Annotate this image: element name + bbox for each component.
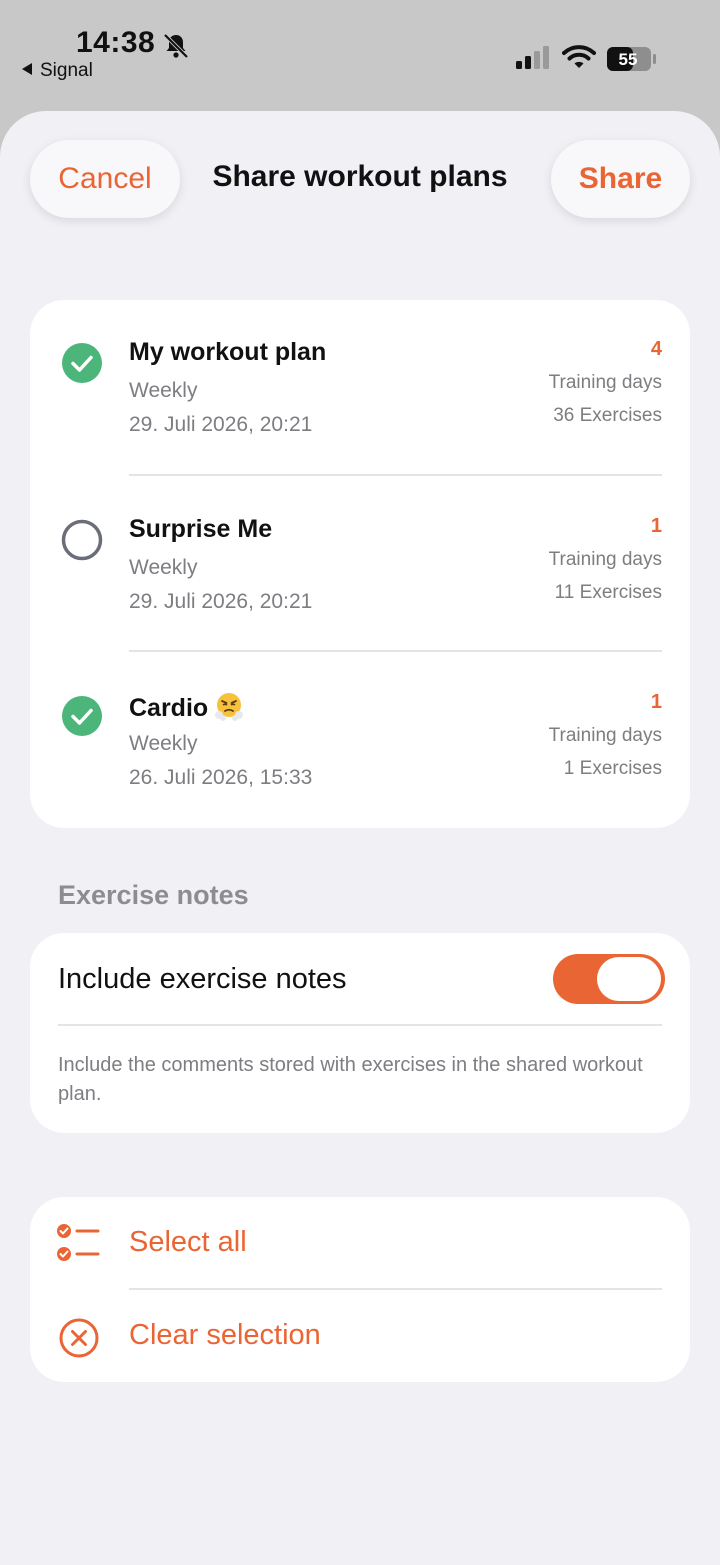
face-with-steam-from-nose-icon <box>215 693 244 721</box>
divider <box>129 650 662 652</box>
plan-name-text: Cardio <box>129 694 209 722</box>
signal-icon <box>516 46 549 69</box>
clear-selection-button[interactable]: Clear selection <box>30 1290 690 1382</box>
battery-level: 55 <box>619 50 638 69</box>
back-to-app-link[interactable]: Signal <box>22 60 93 82</box>
exercise-count: 11 Exercises <box>554 582 662 603</box>
exercise-count: 36 Exercises <box>553 405 662 426</box>
plan-row-cardio[interactable]: Cardio Weekly 26. Juli 2026, 15:33 1 Tra… <box>30 653 690 829</box>
back-app-label: Signal <box>40 60 93 81</box>
bell-muted-icon <box>163 33 189 59</box>
workout-plan-list: My workout plan Weekly 29. Juli 2026, 20… <box>30 300 690 828</box>
plan-date: 29. Juli 2026, 20:21 <box>129 590 313 613</box>
plan-row-my-workout-plan[interactable]: My workout plan Weekly 29. Juli 2026, 20… <box>30 300 690 476</box>
include-notes-label: Include exercise notes <box>58 963 347 995</box>
plan-date: 29. Juli 2026, 20:21 <box>129 413 313 436</box>
training-days-label: Training days <box>548 549 662 570</box>
back-triangle-icon <box>22 63 32 75</box>
plan-frequency: Weekly <box>129 379 198 402</box>
plan-frequency: Weekly <box>129 556 198 579</box>
select-all-button[interactable]: Select all <box>30 1197 690 1290</box>
include-notes-description: Include the comments stored with exercis… <box>58 1054 643 1105</box>
wifi-icon <box>562 45 596 68</box>
cancel-button[interactable]: Cancel <box>30 140 180 218</box>
share-button[interactable]: Share <box>551 140 690 218</box>
clear-selection-label: Clear selection <box>129 1319 321 1351</box>
toggle-knob <box>597 957 661 1001</box>
exercise-count: 1 Exercises <box>563 758 662 779</box>
status-bar: 14:38 Signal 55 <box>0 0 720 110</box>
plan-row-surprise-me[interactable]: Surprise Me Weekly 29. Juli 2026, 20:21 … <box>30 477 690 653</box>
plan-date: 26. Juli 2026, 15:33 <box>129 766 313 789</box>
training-days-count: 1 <box>650 515 662 537</box>
x-circle-icon <box>59 1318 99 1358</box>
divider <box>129 474 662 476</box>
training-days-count: 1 <box>650 691 662 713</box>
plan-name: My workout plan <box>129 338 327 366</box>
selection-actions-card: Select all Clear selection <box>30 1197 690 1382</box>
training-days-label: Training days <box>548 372 662 393</box>
exercise-notes-card: Include exercise notes Include the comme… <box>30 933 690 1133</box>
checkmark-circle-icon[interactable] <box>61 695 103 737</box>
checkmark-circle-icon[interactable] <box>61 342 103 384</box>
checklist-icon <box>57 1224 100 1261</box>
training-days-count: 4 <box>650 338 662 360</box>
plan-name: Cardio <box>129 691 244 723</box>
page-title: Share workout plans <box>212 160 508 193</box>
status-time: 14:38 <box>76 26 156 59</box>
training-days-label: Training days <box>548 725 662 746</box>
divider <box>58 1024 662 1026</box>
battery-icon: 55 <box>607 47 656 71</box>
empty-circle-icon[interactable] <box>61 519 103 561</box>
section-heading-exercise-notes: Exercise notes <box>58 880 249 910</box>
plan-name: Surprise Me <box>129 515 273 543</box>
plan-frequency: Weekly <box>129 732 198 755</box>
include-notes-toggle[interactable] <box>553 954 665 1004</box>
select-all-label: Select all <box>129 1226 247 1258</box>
